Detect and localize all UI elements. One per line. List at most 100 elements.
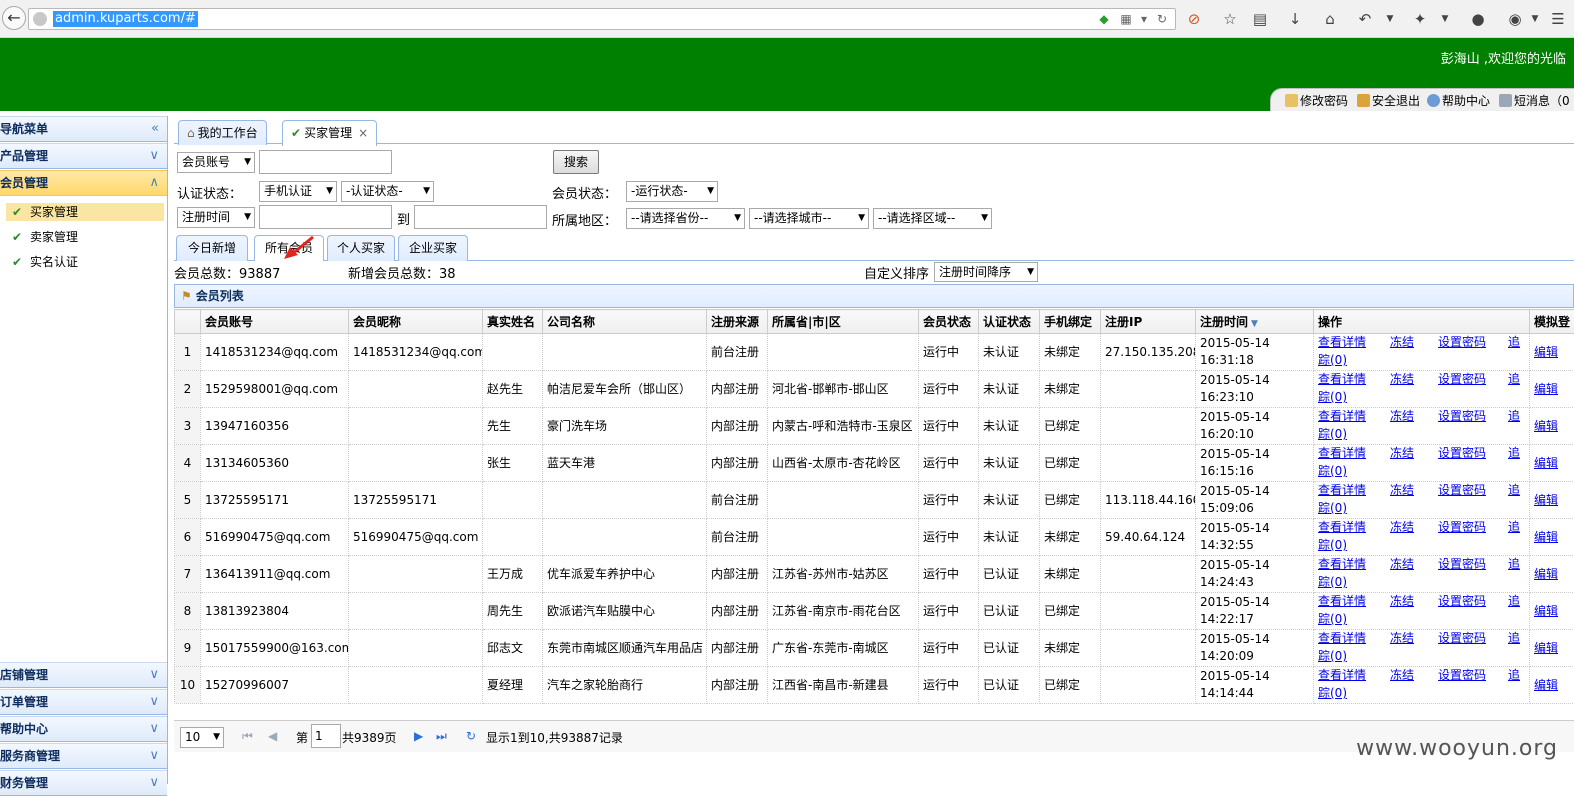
table-row[interactable]: 21529598001@qq.com赵先生帕洁尼爱车会所（邯山区）内部注册河北省… <box>175 371 1574 408</box>
dropdown-icon[interactable]: ▾ <box>1137 12 1151 26</box>
set-password-link[interactable]: 设置密码 <box>1438 667 1486 684</box>
freeze-link[interactable]: 冻结 <box>1390 667 1414 684</box>
track-count-link[interactable]: 踪(0) <box>1318 574 1347 591</box>
home-icon[interactable]: ⌂ <box>1320 9 1340 29</box>
logout-link[interactable]: 安全退出 <box>1357 92 1420 109</box>
column-header[interactable]: 公司名称 <box>543 310 707 334</box>
set-password-link[interactable]: 设置密码 <box>1438 445 1486 462</box>
shield-icon[interactable]: ◆ <box>1097 12 1111 26</box>
sidebar-section-providers[interactable]: 服务商管理∨ <box>0 743 167 769</box>
refresh-icon[interactable]: ↻ <box>466 729 476 743</box>
edit-link[interactable]: 编辑 <box>1534 641 1558 655</box>
set-password-link[interactable]: 设置密码 <box>1438 408 1486 425</box>
tab-buyer-management[interactable]: ✔买家管理× <box>282 120 377 146</box>
reg-time-end-input[interactable] <box>414 205 547 229</box>
view-detail-link[interactable]: 查看详情 <box>1318 630 1366 647</box>
set-password-link[interactable]: 设置密码 <box>1438 371 1486 388</box>
extension-icon[interactable]: ✦ <box>1410 9 1430 29</box>
menu-icon[interactable]: ☰ <box>1548 9 1568 29</box>
tab-enterprise-buyers[interactable]: 企业买家 <box>398 235 468 261</box>
column-header[interactable]: 注册来源 <box>707 310 768 334</box>
change-password-link[interactable]: 修改密码 <box>1285 92 1348 109</box>
view-detail-link[interactable]: 查看详情 <box>1318 482 1366 499</box>
freeze-link[interactable]: 冻结 <box>1390 593 1414 610</box>
member-status-select[interactable]: -运行状态-▼ <box>626 181 718 202</box>
table-row[interactable]: 413134605360张生蓝天车港内部注册山西省-太原市-杏花岭区运行中未认证… <box>175 445 1574 482</box>
sidebar-section-members[interactable]: 会员管理∧ <box>0 170 167 196</box>
set-password-link[interactable]: 设置密码 <box>1438 482 1486 499</box>
edit-link[interactable]: 编辑 <box>1534 493 1558 507</box>
track-link[interactable]: 追 <box>1508 630 1520 647</box>
view-detail-link[interactable]: 查看详情 <box>1318 667 1366 684</box>
download-icon[interactable]: ↓ <box>1285 9 1305 29</box>
account-type-select[interactable]: 会员账号▼ <box>177 152 255 173</box>
edit-link[interactable]: 编辑 <box>1534 678 1558 692</box>
column-header[interactable]: 认证状态 <box>979 310 1040 334</box>
chevron-down-icon[interactable]: ▼ <box>1380 9 1400 29</box>
edit-link[interactable]: 编辑 <box>1534 419 1558 433</box>
set-password-link[interactable]: 设置密码 <box>1438 519 1486 536</box>
sidebar-section-orders[interactable]: 订单管理∨ <box>0 689 167 715</box>
freeze-link[interactable]: 冻结 <box>1390 556 1414 573</box>
freeze-link[interactable]: 冻结 <box>1390 630 1414 647</box>
track-link[interactable]: 追 <box>1508 519 1520 536</box>
table-row[interactable]: 6516990475@qq.com516990475@qq.com前台注册运行中… <box>175 519 1574 556</box>
sidebar-section-products[interactable]: 产品管理∨ <box>0 143 167 169</box>
track-link[interactable]: 追 <box>1508 667 1520 684</box>
sidebar-section-help[interactable]: 帮助中心∨ <box>0 716 167 742</box>
column-header-reg-time[interactable]: 注册时间▼ <box>1196 310 1314 334</box>
search-button[interactable]: 搜索 <box>553 150 599 174</box>
column-header[interactable]: 手机绑定 <box>1040 310 1101 334</box>
reg-time-start-input[interactable] <box>259 205 392 229</box>
prev-page-icon[interactable]: ◀ <box>268 729 277 743</box>
track-count-link[interactable]: 踪(0) <box>1318 648 1347 665</box>
edit-link[interactable]: 编辑 <box>1534 567 1558 581</box>
table-row[interactable]: 313947160356先生豪门洗车场内部注册内蒙古-呼和浩特市-玉泉区运行中未… <box>175 408 1574 445</box>
track-link[interactable]: 追 <box>1508 593 1520 610</box>
track-count-link[interactable]: 踪(0) <box>1318 426 1347 443</box>
chevron-down-icon[interactable]: ▼ <box>1525 9 1545 29</box>
undo-icon[interactable]: ↶ <box>1355 9 1375 29</box>
auth-status-select[interactable]: -认证状态-▼ <box>341 181 434 202</box>
set-password-link[interactable]: 设置密码 <box>1438 556 1486 573</box>
freeze-link[interactable]: 冻结 <box>1390 445 1414 462</box>
column-header[interactable]: 会员状态 <box>919 310 979 334</box>
account-input[interactable] <box>259 150 392 174</box>
track-count-link[interactable]: 踪(0) <box>1318 500 1347 517</box>
freeze-link[interactable]: 冻结 <box>1390 482 1414 499</box>
collapse-icon[interactable]: « <box>151 117 159 141</box>
freeze-link[interactable]: 冻结 <box>1390 334 1414 351</box>
track-link[interactable]: 追 <box>1508 445 1520 462</box>
tab-workbench[interactable]: ⌂我的工作台 <box>178 120 267 145</box>
view-detail-link[interactable]: 查看详情 <box>1318 519 1366 536</box>
last-page-icon[interactable]: ⏭ <box>436 729 447 744</box>
qrcode-icon[interactable]: ▦ <box>1119 12 1133 26</box>
sidebar-item-realname[interactable]: ✔实名认证 <box>6 253 164 271</box>
view-detail-link[interactable]: 查看详情 <box>1318 334 1366 351</box>
reg-time-select[interactable]: 注册时间▼ <box>177 207 255 228</box>
column-header[interactable]: 会员账号 <box>201 310 349 334</box>
reader-icon[interactable]: ▤ <box>1250 9 1270 29</box>
sidebar-item-sellers[interactable]: ✔卖家管理 <box>6 228 164 246</box>
chevron-down-icon[interactable]: ▼ <box>1435 9 1455 29</box>
sidebar-section-finance[interactable]: 财务管理∨ <box>0 770 167 796</box>
view-detail-link[interactable]: 查看详情 <box>1318 445 1366 462</box>
table-row[interactable]: 11418531234@qq.com1418531234@qq.com前台注册运… <box>175 334 1574 371</box>
page-number-input[interactable]: 1 <box>311 724 341 748</box>
help-link[interactable]: 帮助中心 <box>1427 92 1490 109</box>
view-detail-link[interactable]: 查看详情 <box>1318 408 1366 425</box>
column-header[interactable]: 注册IP <box>1101 310 1196 334</box>
address-bar[interactable]: admin.kuparts.com/# ◆ ▦ ▾ ↻ <box>28 8 1176 30</box>
first-page-icon[interactable]: ⏮ <box>242 729 253 744</box>
set-password-link[interactable]: 设置密码 <box>1438 334 1486 351</box>
sidebar-item-buyers[interactable]: ✔买家管理 <box>6 203 164 221</box>
edit-link[interactable]: 编辑 <box>1534 345 1558 359</box>
track-link[interactable]: 追 <box>1508 334 1520 351</box>
auth-type-select[interactable]: 手机认证▼ <box>259 181 337 202</box>
profile-icon[interactable]: ◉ <box>1505 9 1525 29</box>
column-header[interactable]: 真实姓名 <box>483 310 543 334</box>
view-detail-link[interactable]: 查看详情 <box>1318 371 1366 388</box>
track-count-link[interactable]: 踪(0) <box>1318 463 1347 480</box>
track-link[interactable]: 追 <box>1508 371 1520 388</box>
edit-link[interactable]: 编辑 <box>1534 456 1558 470</box>
